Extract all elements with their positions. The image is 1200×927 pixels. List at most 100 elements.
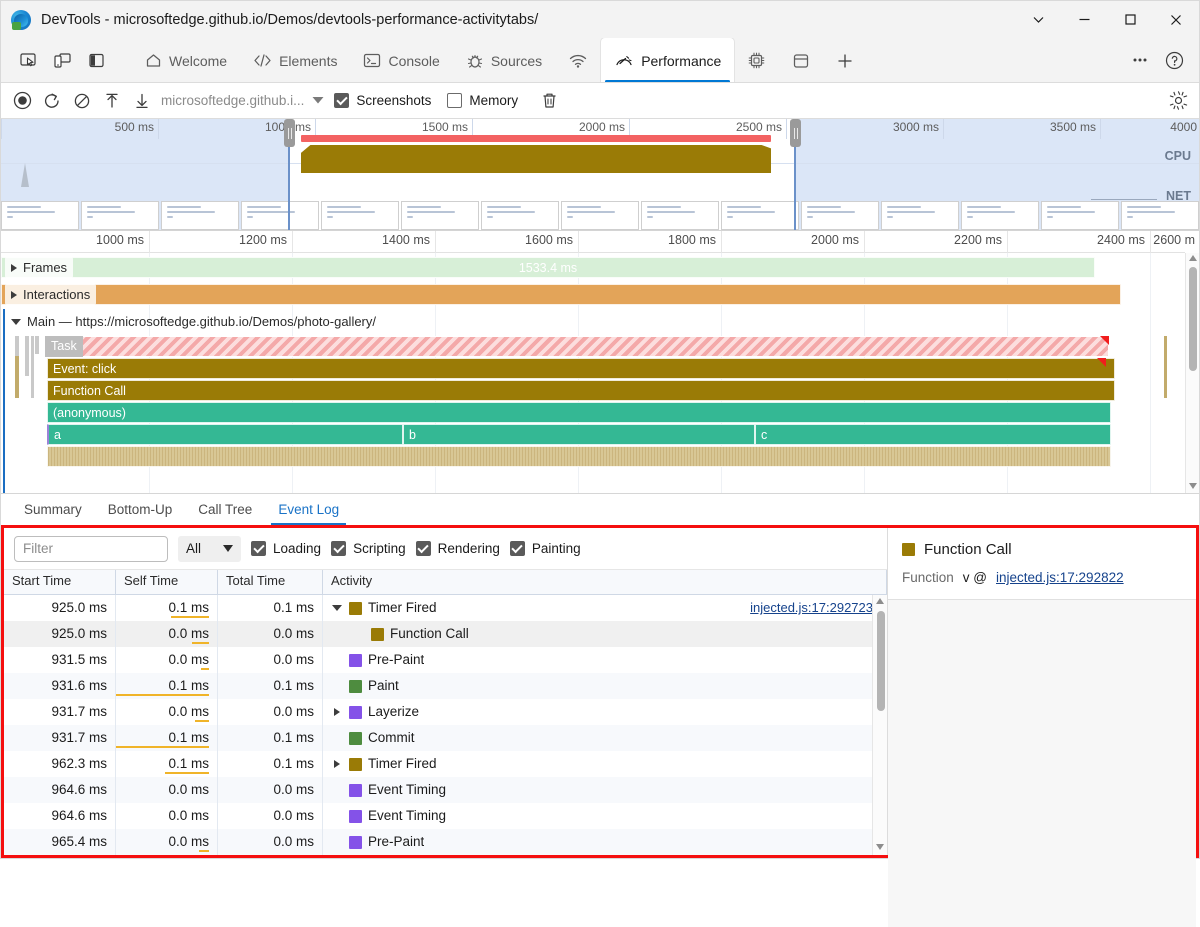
filmstrip-frame[interactable] — [81, 201, 159, 230]
loading-checkbox-box[interactable] — [251, 541, 267, 556]
flame-chart[interactable]: 1000 ms 1200 ms 1400 ms 1600 ms 1800 ms … — [1, 231, 1199, 493]
interactions-track-bar[interactable] — [1, 284, 1121, 305]
filter-input[interactable] — [14, 535, 168, 562]
scroll-down-arrow-icon[interactable] — [876, 844, 884, 850]
table-row[interactable]: 931.7 ms 0.1 ms 0.1 ms Commit — [4, 725, 887, 751]
maximize-icon[interactable] — [1107, 1, 1153, 38]
minimize-icon[interactable] — [1061, 1, 1107, 38]
filmstrip-frame[interactable] — [801, 201, 879, 230]
capture-settings-icon[interactable] — [1163, 87, 1193, 115]
flame-bar-c[interactable]: c — [755, 424, 1111, 445]
table-row[interactable]: 965.4 ms 0.0 ms 0.0 ms Pre-Paint — [4, 829, 887, 855]
scripting-checkbox-box[interactable] — [331, 541, 347, 556]
filmstrip-frame[interactable] — [1041, 201, 1119, 230]
rendering-checkbox-box[interactable] — [415, 541, 431, 556]
table-row[interactable]: 925.0 ms 0.1 ms 0.1 ms Timer Fired injected.… — [4, 595, 887, 621]
painting-checkbox[interactable]: Painting — [509, 541, 581, 556]
tab-memory[interactable] — [734, 38, 779, 82]
target-chevron-down-icon[interactable] — [312, 93, 324, 108]
rendering-checkbox[interactable]: Rendering — [415, 541, 500, 556]
save-profile-icon[interactable] — [127, 87, 157, 115]
tab-actions-chevron-icon[interactable] — [1015, 1, 1061, 38]
reload-and-record-icon[interactable] — [37, 87, 67, 115]
dock-side-icon[interactable] — [79, 43, 113, 77]
flame-chart-scrollbar[interactable] — [1185, 253, 1199, 493]
tab-performance[interactable]: Performance — [601, 38, 735, 82]
filmstrip-frame[interactable] — [1, 201, 79, 230]
collect-garbage-icon[interactable] — [534, 87, 564, 115]
filmstrip-frame[interactable] — [481, 201, 559, 230]
filmstrip-frame[interactable] — [881, 201, 959, 230]
event-log-scroll-thumb[interactable] — [876, 611, 885, 711]
flame-bar-event-click[interactable]: Event: click — [47, 358, 1115, 379]
timeline-overview[interactable]: 500 ms 1000 ms 1500 ms 2000 ms 2500 ms 3… — [1, 119, 1199, 231]
screenshots-checkbox-box[interactable] — [334, 93, 350, 108]
filmstrip-frame[interactable] — [241, 201, 319, 230]
category-select[interactable]: All — [178, 535, 242, 562]
function-source-link[interactable]: injected.js:17:292822 — [996, 570, 1124, 585]
column-header-total-time[interactable]: Total Time — [218, 570, 323, 594]
painting-checkbox-box[interactable] — [509, 541, 525, 556]
table-body[interactable]: 925.0 ms 0.1 ms 0.1 ms Timer Fired injected.… — [4, 595, 887, 855]
filmstrip-frame[interactable] — [641, 201, 719, 230]
table-row[interactable]: 931.6 ms 0.1 ms 0.1 ms Paint — [4, 673, 887, 699]
flame-bar-anonymous[interactable]: (anonymous) — [47, 402, 1111, 423]
tab-sources[interactable]: Sources — [453, 38, 555, 82]
tab-welcome[interactable]: Welcome — [132, 38, 240, 82]
flame-chart-scroll-thumb[interactable] — [1189, 267, 1197, 371]
help-icon[interactable] — [1157, 43, 1191, 77]
table-row[interactable]: 964.6 ms 0.0 ms 0.0 ms Event Timing — [4, 777, 887, 803]
frames-track-bar[interactable]: 1533.4 ms — [1, 257, 1095, 278]
flame-bar-task[interactable] — [45, 336, 1109, 357]
close-icon[interactable] — [1153, 1, 1199, 38]
chevron-right-icon[interactable] — [11, 290, 17, 299]
memory-checkbox-box[interactable] — [447, 93, 463, 108]
scroll-up-arrow-icon[interactable] — [1189, 255, 1197, 261]
clear-recording-icon[interactable] — [67, 87, 97, 115]
flame-bar-subcalls[interactable] — [47, 446, 1111, 467]
filmstrip-frame[interactable] — [961, 201, 1039, 230]
flame-bar-a[interactable]: a — [47, 424, 403, 445]
chevron-right-icon[interactable] — [11, 263, 17, 272]
column-header-activity[interactable]: Activity — [323, 570, 887, 594]
chevron-right-icon[interactable] — [331, 708, 343, 716]
group-header-interactions[interactable]: Interactions — [5, 284, 97, 305]
more-options-icon[interactable] — [1123, 43, 1157, 77]
add-panel-button[interactable] — [823, 38, 867, 82]
scroll-down-arrow-icon[interactable] — [1189, 483, 1197, 489]
scroll-up-arrow-icon[interactable] — [876, 598, 884, 604]
chevron-right-icon[interactable] — [331, 760, 343, 768]
group-header-main[interactable]: Main — https://microsoftedge.github.io/D… — [5, 311, 382, 332]
column-header-self-time[interactable]: Self Time — [116, 570, 218, 594]
load-profile-icon[interactable] — [97, 87, 127, 115]
filmstrip-frame[interactable] — [161, 201, 239, 230]
record-icon[interactable] — [7, 87, 37, 115]
flame-bar-b[interactable]: b — [403, 424, 755, 445]
filmstrip-frame[interactable] — [561, 201, 639, 230]
tab-call-tree[interactable]: Call Tree — [185, 494, 265, 525]
table-row[interactable]: 962.3 ms 0.1 ms 0.1 ms Timer Fired — [4, 751, 887, 777]
loading-checkbox[interactable]: Loading — [251, 541, 321, 556]
memory-checkbox[interactable]: Memory — [447, 93, 518, 108]
table-row[interactable]: 931.7 ms 0.0 ms 0.0 ms Layerize — [4, 699, 887, 725]
tab-event-log[interactable]: Event Log — [265, 494, 352, 525]
tab-console[interactable]: Console — [350, 38, 452, 82]
group-header-frames[interactable]: Frames — [5, 257, 74, 278]
column-header-start-time[interactable]: Start Time — [4, 570, 116, 594]
filmstrip-frame[interactable] — [1121, 201, 1199, 230]
selection-end-handle[interactable] — [790, 119, 801, 147]
scripting-checkbox[interactable]: Scripting — [331, 541, 406, 556]
tab-summary[interactable]: Summary — [11, 494, 95, 525]
screenshots-checkbox[interactable]: Screenshots — [334, 93, 431, 108]
tab-application[interactable] — [779, 38, 823, 82]
tab-elements[interactable]: Elements — [240, 38, 350, 82]
activity-source-link[interactable]: injected.js:17:292723 — [750, 595, 879, 621]
chevron-down-icon[interactable] — [331, 605, 343, 611]
table-row[interactable]: 931.5 ms 0.0 ms 0.0 ms Pre-Paint — [4, 647, 887, 673]
table-row[interactable]: 964.6 ms 0.0 ms 0.0 ms Event Timing — [4, 803, 887, 829]
filmstrip-frame[interactable] — [721, 201, 799, 230]
event-log-scrollbar[interactable] — [872, 595, 887, 855]
filmstrip-frame[interactable] — [321, 201, 399, 230]
filmstrip-frame[interactable] — [401, 201, 479, 230]
device-emulation-icon[interactable] — [45, 43, 79, 77]
